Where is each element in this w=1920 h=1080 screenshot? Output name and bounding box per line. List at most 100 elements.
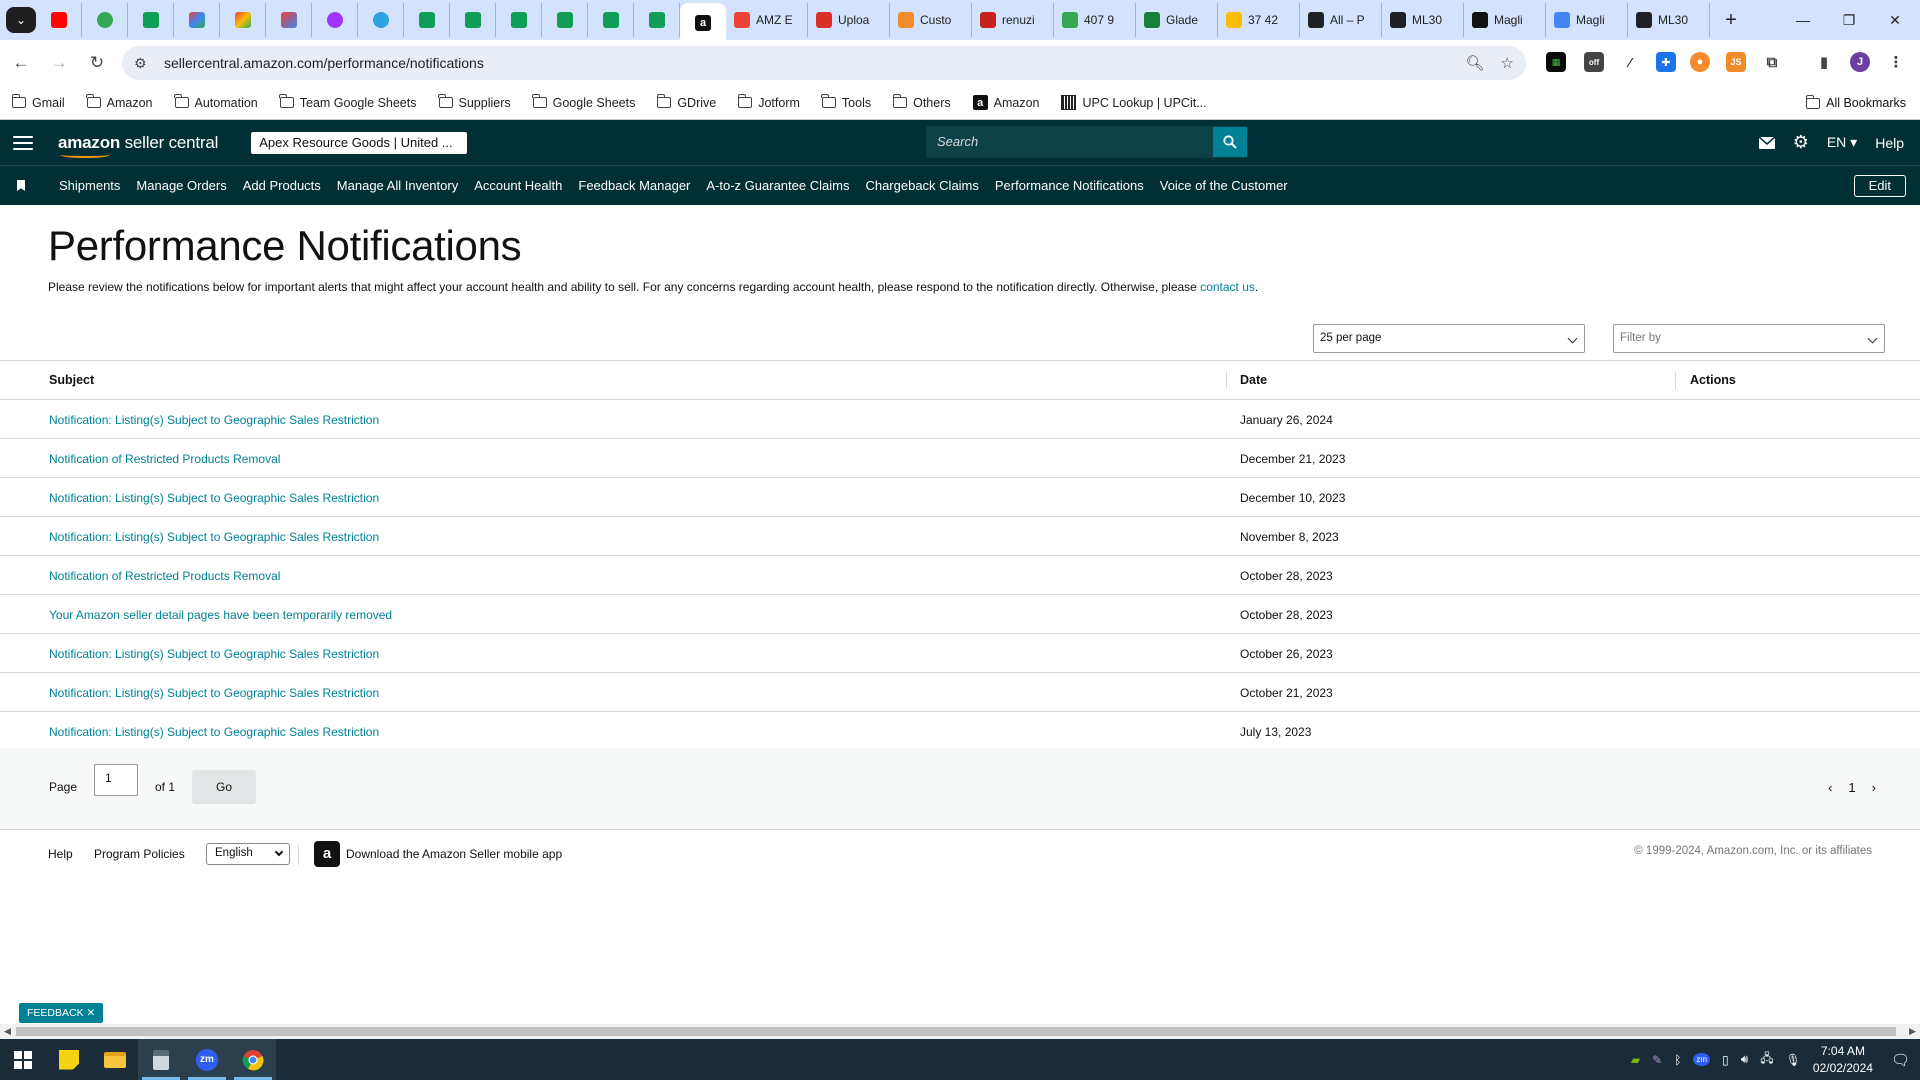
battery-icon[interactable]: ▯	[1722, 1053, 1729, 1067]
notifications-icon[interactable]: 🗨︎	[1891, 1051, 1910, 1069]
pinned-tab-messenger[interactable]	[312, 3, 358, 37]
browser-tab[interactable]: Glade	[1136, 3, 1218, 37]
browser-tab[interactable]: All – P	[1300, 3, 1382, 37]
pinned-tab-sheets[interactable]	[450, 3, 496, 37]
nav-link[interactable]: Chargeback Claims	[865, 178, 978, 193]
forward-button[interactable]: →	[42, 46, 76, 80]
per-page-select[interactable]: 25 per page	[1313, 324, 1585, 353]
bookmark-item[interactable]: Team Google Sheets	[279, 94, 417, 110]
nav-link[interactable]: Add Products	[243, 178, 321, 193]
restore-window-button[interactable]: ❐	[1826, 0, 1872, 40]
nav-link[interactable]: Feedback Manager	[578, 178, 690, 193]
nav-link[interactable]: A-to-z Guarantee Claims	[706, 178, 849, 193]
profile-avatar[interactable]: J	[1850, 52, 1870, 72]
extension-grid-icon[interactable]: ▦	[1546, 52, 1566, 72]
bluetooth-icon[interactable]: ᛒ	[1674, 1053, 1681, 1067]
scrollbar-thumb[interactable]	[16, 1027, 1896, 1036]
browser-tab[interactable]: Uploa	[808, 3, 890, 37]
language-menu[interactable]: EN ▾	[1827, 134, 1857, 151]
notification-subject-link[interactable]: Notification: Listing(s) Subject to Geog…	[49, 530, 379, 544]
edit-nav-button[interactable]: Edit	[1853, 175, 1906, 197]
bookmark-item[interactable]: Amazon	[86, 94, 153, 110]
notification-subject-link[interactable]: Notification: Listing(s) Subject to Geog…	[49, 491, 379, 505]
notification-subject-link[interactable]: Notification: Listing(s) Subject to Geog…	[49, 647, 379, 661]
extension-pen-icon[interactable]: ⁄	[1620, 52, 1640, 72]
close-window-button[interactable]: ✕	[1872, 0, 1918, 40]
taskbar-calculator[interactable]	[138, 1039, 184, 1080]
bookmark-item[interactable]: Suppliers	[438, 94, 511, 110]
pinned-tab-sheets[interactable]	[634, 3, 680, 37]
extension-puzzle-blue-icon[interactable]: ✚	[1656, 52, 1676, 72]
nav-link[interactable]: Voice of the Customer	[1160, 178, 1288, 193]
bookmark-item[interactable]: Gmail	[11, 94, 65, 110]
extension-off-icon[interactable]: off	[1584, 52, 1604, 72]
zoom-tray-icon[interactable]: zm	[1693, 1053, 1711, 1066]
bookmark-item[interactable]: UPC Lookup | UPCit...	[1061, 95, 1207, 110]
browser-tab[interactable]: renuzi	[972, 3, 1054, 37]
nav-link[interactable]: Account Health	[474, 178, 562, 193]
browser-tab[interactable]: 407 9	[1054, 3, 1136, 37]
pinned-tab-gmail[interactable]	[174, 3, 220, 37]
browser-tab[interactable]: Magli	[1464, 3, 1546, 37]
horizontal-scrollbar[interactable]: ◀ ▶	[0, 1024, 1920, 1039]
nvidia-icon[interactable]: ▰	[1631, 1053, 1640, 1067]
all-bookmarks[interactable]: All Bookmarks	[1805, 86, 1906, 120]
scroll-left-icon[interactable]: ◀	[4, 1026, 11, 1037]
browser-tab[interactable]: Magli	[1546, 3, 1628, 37]
notification-subject-link[interactable]: Notification: Listing(s) Subject to Geog…	[49, 686, 379, 700]
taskbar-chrome[interactable]	[230, 1039, 276, 1080]
current-page-number[interactable]: 1	[1848, 780, 1855, 795]
search-input[interactable]: Search	[927, 127, 1213, 157]
pinned-tab-gmail[interactable]	[220, 3, 266, 37]
url-text[interactable]: sellercentral.amazon.com/performance/not…	[164, 55, 484, 71]
pinned-tab-telegram[interactable]	[358, 3, 404, 37]
bookmark-item[interactable]: Google Sheets	[532, 94, 635, 110]
feedback-button[interactable]: FEEDBACK ✕	[19, 1003, 104, 1023]
side-panel-icon[interactable]: ▮	[1814, 52, 1834, 72]
pinned-tab-extension[interactable]	[82, 3, 128, 37]
pinned-tab-sheets[interactable]	[128, 3, 174, 37]
notification-subject-link[interactable]: Your Amazon seller detail pages have bee…	[49, 608, 392, 622]
pinned-tab-sheets[interactable]	[404, 3, 450, 37]
bookmark-flag-icon[interactable]	[17, 180, 25, 191]
column-header-subject[interactable]: Subject	[49, 373, 94, 387]
taskbar-zoom[interactable]: zm	[184, 1039, 230, 1080]
notification-subject-link[interactable]: Notification: Listing(s) Subject to Geog…	[49, 413, 379, 427]
pinned-tab-sheets[interactable]	[542, 3, 588, 37]
notification-subject-link[interactable]: Notification of Restricted Products Remo…	[49, 569, 280, 583]
bookmark-star-icon[interactable]: ☆	[1501, 54, 1514, 72]
footer-help-link[interactable]: Help	[48, 847, 73, 861]
settings-gear-icon[interactable]: ⚙	[1793, 132, 1809, 153]
browser-tab[interactable]: ML30	[1628, 3, 1710, 37]
notification-subject-link[interactable]: Notification: Listing(s) Subject to Geog…	[49, 725, 379, 739]
zoom-icon[interactable]: 🔍︎	[1466, 54, 1485, 72]
nav-link[interactable]: Performance Notifications	[995, 178, 1144, 193]
pen-icon[interactable]: ✎	[1652, 1053, 1662, 1067]
mobile-app-link[interactable]: Download the Amazon Seller mobile app	[346, 847, 562, 861]
bookmark-item[interactable]: a Amazon	[972, 95, 1039, 110]
notification-subject-link[interactable]: Notification of Restricted Products Remo…	[49, 452, 280, 466]
nav-link[interactable]: Shipments	[59, 178, 120, 193]
go-button[interactable]: Go	[192, 770, 256, 804]
amazon-seller-app-icon[interactable]: a	[314, 841, 340, 867]
tab-search-button[interactable]: ⌄	[6, 7, 36, 33]
close-icon[interactable]: ✕	[87, 1007, 96, 1019]
system-clock[interactable]: 7:04 AM 02/02/2024	[1813, 1043, 1873, 1077]
prev-page-icon[interactable]: ‹	[1828, 780, 1832, 795]
filter-select[interactable]: Filter by	[1613, 324, 1885, 353]
chrome-menu-icon[interactable]: ⋮	[1886, 52, 1906, 72]
extension-circle-icon[interactable]: ●	[1690, 52, 1710, 72]
browser-tab[interactable]: AMZ E	[726, 3, 808, 37]
windows-start-button[interactable]	[0, 1039, 46, 1080]
mail-icon[interactable]	[1758, 136, 1775, 149]
network-icon[interactable]: 🖧︎	[1760, 1049, 1773, 1070]
address-bar[interactable]: ⚙ sellercentral.amazon.com/performance/n…	[122, 46, 1526, 80]
bookmark-item[interactable]: Tools	[821, 94, 871, 110]
pinned-tab-youtube[interactable]	[36, 3, 82, 37]
next-page-icon[interactable]: ›	[1872, 780, 1876, 795]
account-switcher[interactable]: Apex Resource Goods | United ...	[251, 131, 468, 154]
back-button[interactable]: ←	[4, 46, 38, 80]
pinned-tab-sheets[interactable]	[496, 3, 542, 37]
search-button[interactable]	[1213, 127, 1247, 157]
browser-tab[interactable]: Custo	[890, 3, 972, 37]
